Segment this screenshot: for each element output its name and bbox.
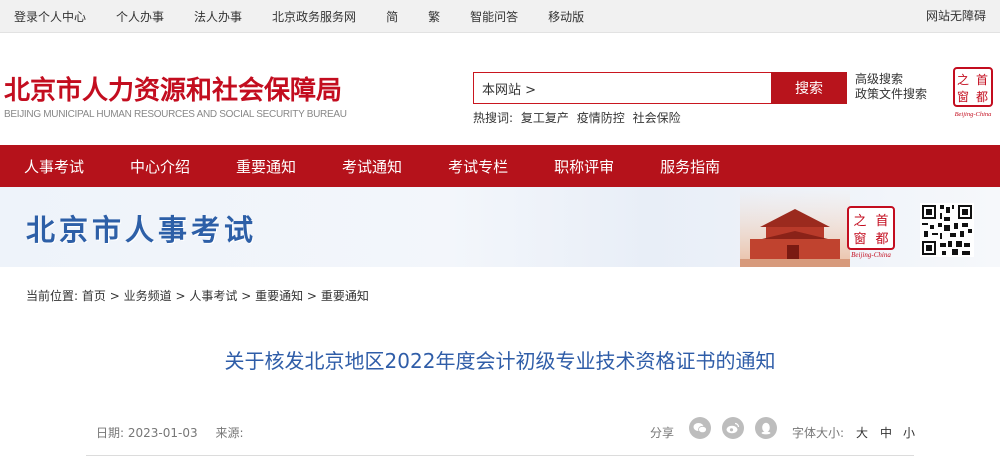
policy-search-link[interactable]: 政策文件搜索 <box>855 87 927 102</box>
qq-icon[interactable] <box>755 417 777 439</box>
seal-char: 之 <box>957 73 969 87</box>
nav-item-personnel-exam[interactable]: 人事考试 <box>24 156 84 177</box>
accessibility-link[interactable]: 网站无障碍 <box>926 0 986 33</box>
wechat-icon[interactable] <box>689 417 711 439</box>
article-title: 关于核发北京地区2022年度会计初级专业技术资格证书的通知 <box>224 349 776 373</box>
breadcrumb-separator: > <box>109 289 120 303</box>
breadcrumb-separator: > <box>306 289 317 303</box>
mobile-version-link[interactable]: 移动版 <box>548 8 584 25</box>
nav-item-exam-column[interactable]: 考试专栏 <box>448 156 508 177</box>
breadcrumb-item[interactable]: 业务频道 <box>124 289 172 303</box>
simplified-chinese-link[interactable]: 简 <box>386 8 398 25</box>
nav-item-exam-notices[interactable]: 考试通知 <box>342 156 402 177</box>
smart-qa-link[interactable]: 智能问答 <box>470 8 518 25</box>
source-label: 来源: <box>215 426 244 440</box>
channel-banner: 北京市人事考试 之 首 窗 都 Beijing-China <box>0 187 1000 267</box>
breadcrumb-item[interactable]: 重要通知 <box>255 289 303 303</box>
breadcrumb-item[interactable]: 人事考试 <box>189 289 237 303</box>
search-button[interactable]: 搜索 <box>771 72 847 104</box>
site-header: 北京市人力资源和社会保障局 BEIJING MUNICIPAL HUMAN RE… <box>0 33 1000 145</box>
seal-char: 首 <box>875 214 888 229</box>
font-size-large-button[interactable]: 大 <box>856 424 868 441</box>
seal-char: 首 <box>976 73 988 87</box>
breadcrumb-item[interactable]: 首页 <box>82 289 106 303</box>
capital-seal-logo: 之 首 窗 都 Beijing-China <box>953 67 993 118</box>
seal-char: 窗 <box>957 90 969 104</box>
login-link[interactable]: 登录个人中心 <box>14 8 86 25</box>
site-logo-subtitle: BEIJING MUNICIPAL HUMAN RESOURCES AND SO… <box>4 109 347 120</box>
hot-word-link[interactable]: 复工复产 <box>521 111 569 125</box>
breadcrumb-separator: > <box>175 289 186 303</box>
seal-char: 都 <box>875 232 888 247</box>
seal-char: 窗 <box>853 231 866 247</box>
seal-caption: Beijing-China <box>955 111 992 118</box>
nav-item-title-review[interactable]: 职称评审 <box>554 156 614 177</box>
share-label: 分享 <box>650 426 675 440</box>
font-size-small-button[interactable]: 小 <box>903 424 915 441</box>
search-scope-label[interactable]: 本网站 > <box>482 79 536 98</box>
hot-search-label: 热搜词: <box>473 111 514 125</box>
qr-code[interactable] <box>920 203 974 257</box>
breadcrumb-label: 当前位置: <box>26 289 79 303</box>
traditional-chinese-link[interactable]: 繁 <box>428 8 440 25</box>
hot-word-link[interactable]: 疫情防控 <box>577 111 625 125</box>
nav-item-center-intro[interactable]: 中心介绍 <box>130 156 190 177</box>
site-logo-title[interactable]: 北京市人力资源和社会保障局 <box>4 70 342 107</box>
personal-service-link[interactable]: 个人办事 <box>116 8 164 25</box>
weibo-icon[interactable] <box>722 417 744 439</box>
article-date-source: 日期: 2023-01-03 来源: <box>96 424 244 441</box>
seal-char: 之 <box>853 214 866 229</box>
top-utility-bar: 登录个人中心 个人办事 法人办事 北京政务服务网 简 繁 智能问答 移动版 网站… <box>0 0 1000 33</box>
seal-caption: Beijing-China <box>851 251 891 259</box>
date-label: 日期: <box>96 426 125 440</box>
advanced-search-link[interactable]: 高级搜索 <box>855 72 927 87</box>
article-date: 2023-01-03 <box>127 426 198 440</box>
banner-title: 北京市人事考试 <box>26 213 258 247</box>
font-size-label: 字体大小: <box>792 426 845 440</box>
search-options: 高级搜索 政策文件搜索 <box>855 72 927 102</box>
seal-char: 都 <box>976 90 988 104</box>
main-nav: 人事考试 中心介绍 重要通知 考试通知 考试专栏 职称评审 服务指南 <box>0 145 1000 187</box>
tiananmen-illustration <box>740 187 850 267</box>
font-size-medium-button[interactable]: 中 <box>880 424 892 441</box>
hot-search: 热搜词: 复工复产 疫情防控 社会保险 <box>473 109 681 126</box>
hot-word-link[interactable]: 社会保险 <box>633 111 681 125</box>
nav-item-important-notices[interactable]: 重要通知 <box>236 156 296 177</box>
search-input[interactable]: 本网站 > <box>473 72 771 104</box>
article-meta: 日期: 2023-01-03 来源: 分享 字体大小: 大 中 小 <box>86 412 915 456</box>
gov-service-link[interactable]: 北京政务服务网 <box>272 8 356 25</box>
breadcrumb-separator: > <box>241 289 252 303</box>
breadcrumb-item[interactable]: 重要通知 <box>321 289 369 303</box>
nav-item-service-guide[interactable]: 服务指南 <box>660 156 720 177</box>
breadcrumb: 当前位置: 首页 > 业务频道 > 人事考试 > 重要通知 > 重要通知 <box>26 287 369 304</box>
top-links: 登录个人中心 个人办事 法人办事 北京政务服务网 简 繁 智能问答 移动版 <box>14 0 614 33</box>
corporate-service-link[interactable]: 法人办事 <box>194 8 242 25</box>
capital-seal-logo: 之 首 窗 都 Beijing-China <box>847 206 895 259</box>
